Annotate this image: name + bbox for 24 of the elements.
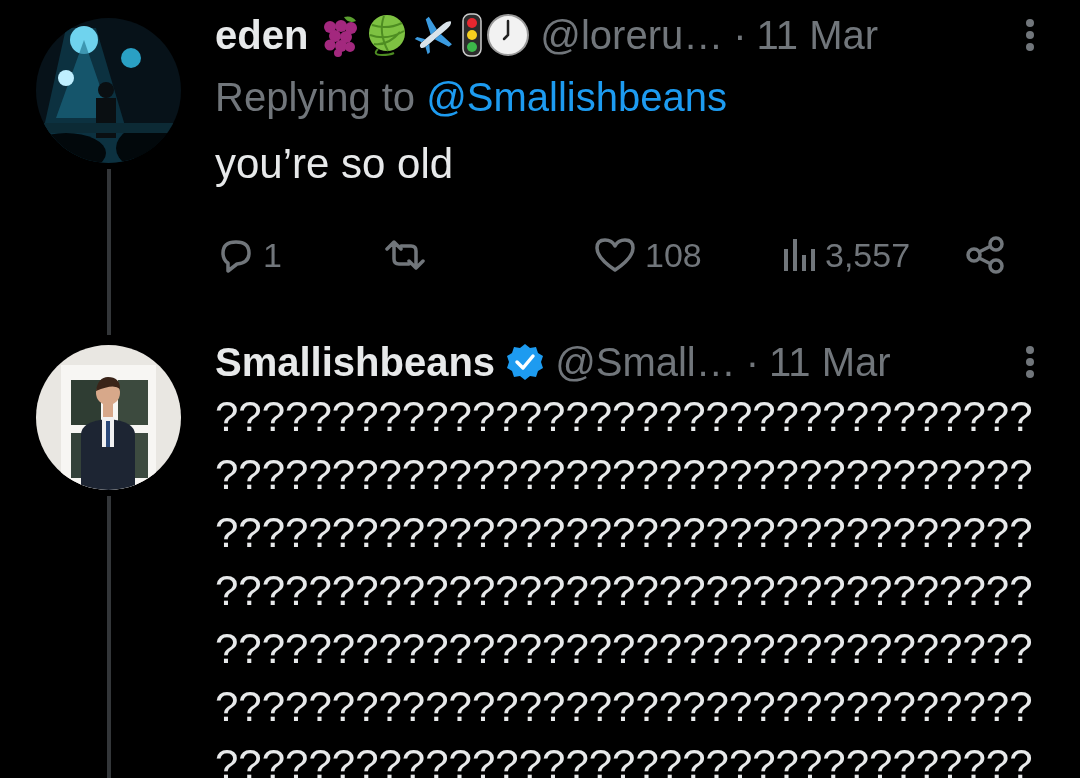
- mention-link[interactable]: @Smallishbeans: [426, 75, 727, 119]
- traffic-light-icon: [460, 13, 485, 57]
- username[interactable]: @Small…: [555, 339, 736, 385]
- display-name[interactable]: eden: [215, 12, 309, 58]
- like-count: 108: [645, 235, 702, 275]
- timestamp[interactable]: 11 Mar: [756, 12, 879, 58]
- tweet-text: ???????????????????????????????????: [215, 508, 1034, 558]
- username[interactable]: @loreru…: [540, 12, 724, 58]
- tweet-text: ???????????????????????????????????: [215, 566, 1034, 616]
- tweet-text: ???????????????????????????????????: [215, 392, 1034, 442]
- display-name[interactable]: Smallishbeans: [215, 339, 496, 385]
- replying-label: Replying to: [215, 75, 417, 119]
- tweet-text: ???????????????????????????????????: [215, 624, 1034, 674]
- view-count: 3,557: [825, 235, 911, 275]
- separator-dot: ·: [733, 12, 747, 58]
- tweet-text: ???????????????????????????????????: [215, 682, 1034, 732]
- timestamp[interactable]: 11 Mar: [769, 339, 891, 385]
- heart-icon[interactable]: [593, 235, 637, 275]
- clock-icon: [486, 13, 531, 57]
- reply-count: 1: [263, 235, 282, 275]
- separator-dot: ·: [745, 339, 760, 385]
- tweet-text: you’re so old: [215, 139, 455, 189]
- verified-badge-icon: [505, 342, 546, 382]
- tweet-text: ???????????????????????????????????: [215, 450, 1034, 500]
